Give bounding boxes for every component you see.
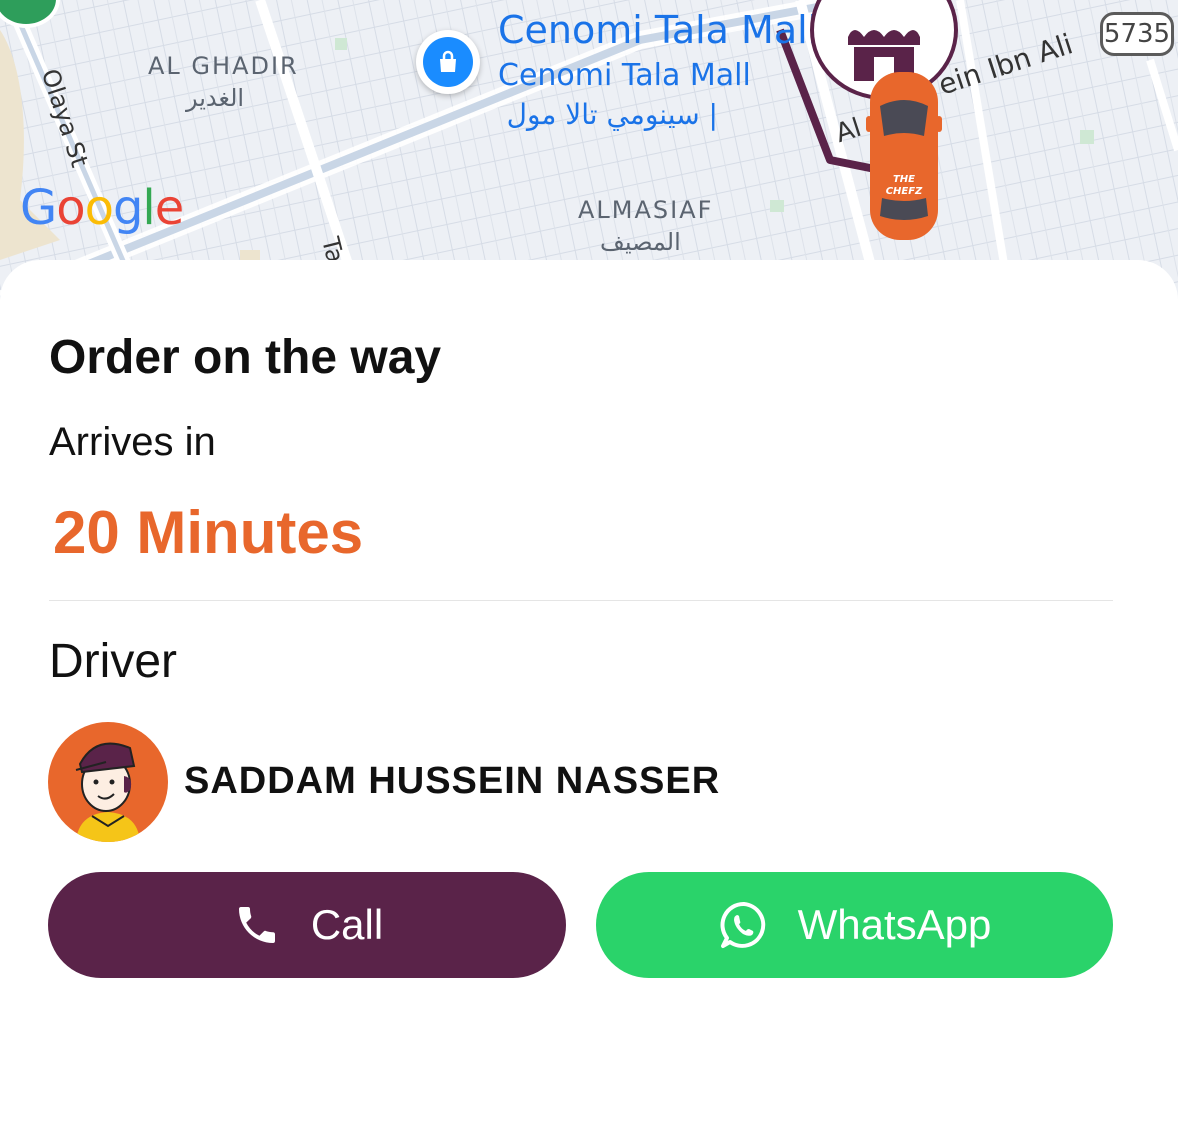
map-view[interactable]: AL GHADIR الغدير ALMASIAF المصيف Olaya S… (0, 0, 1178, 300)
call-button[interactable]: Call (48, 872, 566, 978)
order-details-sheet (0, 260, 1178, 1129)
district-label-en: AL GHADIR (148, 52, 299, 80)
whatsapp-label: WhatsApp (797, 901, 992, 948)
district-label-en: ALMASIAF (578, 196, 714, 224)
call-label: Call (310, 901, 384, 948)
arrives-label: Arrives in (49, 420, 216, 464)
district-label-ar: المصيف (600, 228, 681, 256)
delivery-car-icon: THE CHEFZ (866, 66, 942, 246)
poi-subtitle: Cenomi Tala Mall (498, 58, 751, 93)
eta-value: 20 Minutes (53, 499, 364, 566)
road-number-badge: 5735 (1100, 12, 1174, 56)
whatsapp-icon (718, 899, 770, 951)
phone-icon (231, 899, 283, 951)
poi-title[interactable]: Cenomi Tala Mall (498, 8, 818, 52)
vehicle-text: CHEFZ (886, 186, 923, 197)
shopping-bag-icon[interactable] (416, 30, 480, 94)
district-label-ar: الغدير (186, 84, 245, 112)
driver-section-label: Driver (49, 635, 177, 688)
driver-name: SADDAM HUSSEIN NASSER (184, 760, 721, 802)
divider (49, 600, 1113, 601)
order-status-title: Order on the way (49, 331, 442, 384)
google-logo: Google (20, 180, 184, 236)
driver-avatar (48, 722, 168, 842)
vehicle-text: THE (893, 174, 915, 185)
whatsapp-button[interactable]: WhatsApp (596, 872, 1113, 978)
poi-arabic-name: | سينومي تالا مول (506, 98, 718, 131)
